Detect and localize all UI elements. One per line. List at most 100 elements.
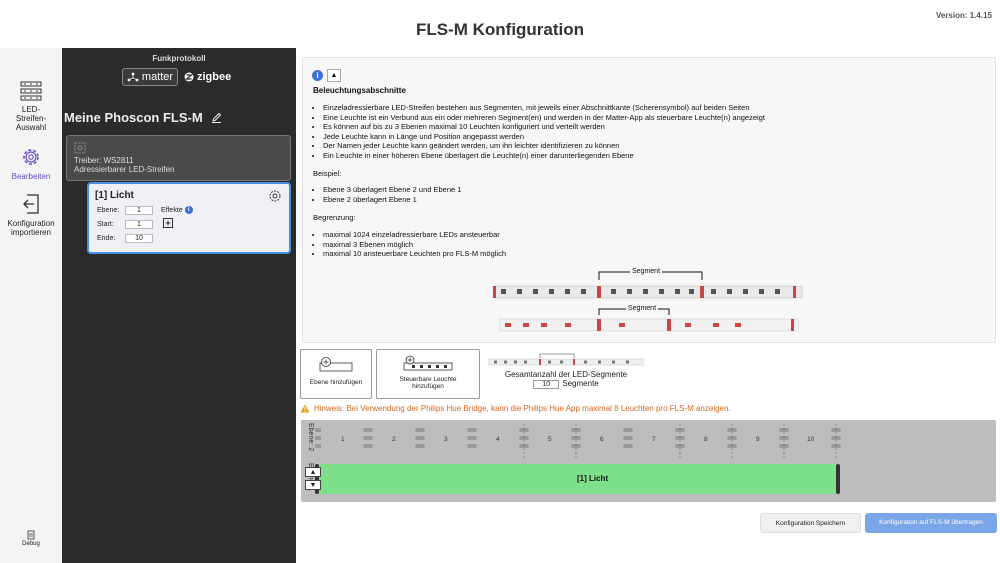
driver-type: Treiber: WS2811 — [74, 156, 134, 165]
limit-bullets: maximal 1024 einzeladressierbare LEDs an… — [323, 230, 506, 259]
segment-count-input[interactable]: 10 — [533, 380, 560, 389]
light-card[interactable]: [1] Licht Ebene: 1 Start: 1 Ende: 10 Eff… — [87, 182, 291, 254]
list-item: maximal 10 ansteuerbare Leuchten pro FLS… — [323, 249, 506, 259]
sidebar-item-edit[interactable]: Bearbeiten — [0, 146, 62, 181]
device-name: Meine Phoscon FLS-M — [64, 110, 222, 125]
sidebar-item-label: Bearbeiten — [11, 172, 51, 181]
info-panel: i ▲ Beleuchtungsabschnitte Einzeladressi… — [302, 57, 996, 343]
segment-label: Segment — [630, 268, 663, 275]
add-layer-icon — [319, 357, 353, 372]
list-item: Jede Leuchte kann in Länge und Position … — [323, 132, 765, 142]
example-bullets: Ebene 3 überlagert Ebene 2 und Ebene 1 E… — [323, 185, 461, 204]
list-item: Es können auf bis zu 3 Ebenen maximal 10… — [323, 122, 765, 132]
add-leuchte-button[interactable]: Steuerbare Leuchte hinzufügen — [376, 349, 480, 399]
start-row: Start: 1 — [97, 220, 153, 229]
page-title: FLS-M Konfiguration — [415, 20, 585, 39]
ende-input[interactable]: 10 — [125, 234, 153, 243]
info-icon[interactable]: i — [184, 206, 193, 214]
add-effect-button[interactable]: + — [163, 218, 173, 228]
list-item: Ebene 3 überlagert Ebene 2 und Ebene 1 — [323, 185, 461, 195]
info-title: Beleuchtungsabschnitte — [313, 86, 406, 95]
device-name-text: Meine Phoscon FLS-M — [64, 110, 203, 125]
list-item: Ein Leuchte in einer höheren Ebene überl… — [323, 151, 765, 161]
warning-hint: Hinweis: Bei Verwendung der Philips Hue … — [300, 404, 731, 413]
collapse-button[interactable]: ▲ — [327, 69, 341, 82]
segment-number: 2 — [392, 436, 396, 443]
list-item: Einzeladressierbare LED-Streifen bestehe… — [323, 103, 765, 113]
layer-row-1: Ebene: 1 [1] Licht ▲ ▼ — [301, 461, 996, 502]
edit-pencil-icon[interactable] — [211, 112, 222, 123]
light-bar-label: [1] Licht — [577, 474, 609, 483]
segment-count: Gesamtanzahl der LED-Segmente 10 Segmente — [486, 352, 646, 389]
sidebar-item-led-strip[interactable]: LED-Streifen-Auswahl — [0, 81, 62, 133]
segment-number: 9 — [756, 436, 760, 443]
gear-icon — [23, 149, 39, 165]
device-panel: Funkprotokoll matter zigbee Meine Phosco… — [62, 48, 296, 563]
segment-number: 4 — [496, 436, 500, 443]
segment-unit: Segmente — [562, 379, 599, 388]
start-input[interactable]: 1 — [125, 220, 153, 229]
ebene-row: Ebene: 1 — [97, 206, 153, 215]
list-item: maximal 3 Ebenen möglich — [323, 240, 506, 250]
upload-config-button[interactable]: Konfiguration auf FLS-M übertragen — [865, 513, 997, 533]
segment-diagram-a: Segment — [492, 268, 804, 302]
add-ebene-label: Ebene hinzufügen — [309, 379, 363, 386]
matter-label: matter — [141, 71, 174, 83]
example-label: Beispiel: — [313, 169, 342, 178]
layer-down-button[interactable]: ▼ — [305, 480, 321, 490]
info-header: i ▲ — [312, 69, 341, 82]
matter-icon — [127, 72, 139, 82]
debug-button[interactable]: Debug — [0, 530, 62, 548]
sidebar: LED-Streifen-Auswahl Bearbeiten Konfigur… — [0, 48, 62, 563]
gear-icon[interactable] — [269, 190, 281, 202]
list-item: Ebene 2 überlagert Ebene 1 — [323, 195, 461, 205]
segment-count-row: 10 Segmente — [486, 379, 646, 389]
led-strip-icon — [20, 81, 42, 101]
layer-up-button[interactable]: ▲ — [305, 467, 321, 477]
start-label: Start: — [97, 221, 114, 228]
zigbee-icon — [184, 72, 194, 82]
led-strip-icon — [488, 353, 644, 366]
segment-number: 10 — [807, 436, 815, 443]
zigbee-label: zigbee — [197, 71, 232, 83]
sidebar-item-label: LED-Streifen-Auswahl — [15, 105, 47, 133]
segment-number: 6 — [600, 436, 604, 443]
driver-box[interactable]: Treiber: WS2811 Adressierbarer LED-Strei… — [66, 135, 291, 181]
debug-icon — [27, 530, 35, 540]
effekte-header: Effekte i — [161, 206, 193, 214]
zigbee-button[interactable]: zigbee — [184, 68, 234, 86]
segment-number: 5 — [548, 436, 552, 443]
info-bullets: Einzeladressierbare LED-Streifen bestehe… — [323, 103, 765, 161]
segment-number: 3 — [444, 436, 448, 443]
matter-button[interactable]: matter — [122, 68, 178, 86]
limit-label: Begrenzung: — [313, 213, 356, 222]
segment-label: Segment — [626, 305, 659, 312]
bar-resize-handle-right[interactable] — [836, 464, 840, 494]
add-light-icon — [403, 355, 453, 371]
driver-description: Adressierbarer LED-Streifen — [74, 165, 175, 174]
import-icon — [23, 194, 39, 214]
segment-number: 7 — [652, 436, 656, 443]
save-config-button[interactable]: Konfiguration Speichern — [760, 513, 861, 533]
info-icon[interactable]: i — [312, 70, 323, 81]
light-bar[interactable]: [1] Licht — [315, 464, 840, 494]
layer-row-2: Ebene: 2 1 2 3 4 5 6 7 8 9 10 — [301, 420, 996, 460]
effekte-label: Effekte — [161, 206, 183, 214]
sidebar-item-import[interactable]: Konfiguration importieren — [0, 193, 62, 237]
warning-text: Hinweis: Bei Verwendung der Philips Hue … — [314, 404, 731, 413]
segment-diagram-b: Segment — [498, 303, 800, 335]
segment-number: 8 — [704, 436, 708, 443]
add-ebene-button[interactable]: Ebene hinzufügen — [300, 349, 372, 399]
gear-icon — [74, 142, 86, 154]
ebene-label: Ebene: — [97, 207, 120, 214]
sidebar-item-label: Konfiguration importieren — [7, 219, 55, 238]
list-item: maximal 1024 einzeladressierbare LEDs an… — [323, 230, 506, 240]
list-item: Eine Leuchte ist ein Verbund aus ein ode… — [323, 113, 765, 123]
protocol-title: Funkprotokoll — [152, 54, 206, 63]
light-title: [1] Licht — [95, 190, 134, 201]
app-root: FLS-M Konfiguration Version: 1.4.15 LED-… — [0, 0, 1000, 563]
ebene-input[interactable]: 1 — [125, 206, 153, 215]
list-item: Der Namen jeder Leuchte kann geändert we… — [323, 141, 765, 151]
debug-label: Debug — [22, 541, 40, 547]
add-leuchte-label: Steuerbare Leuchte hinzufügen — [399, 376, 457, 390]
